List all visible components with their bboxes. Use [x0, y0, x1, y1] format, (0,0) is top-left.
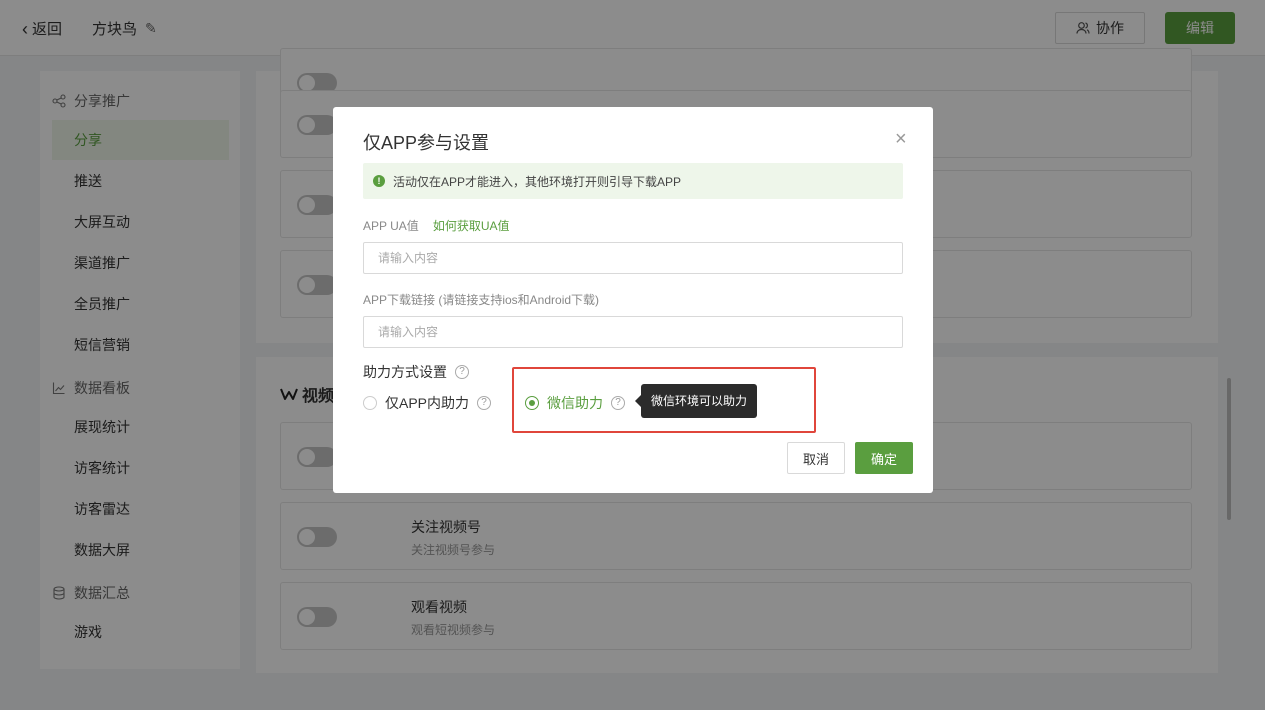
- help-icon[interactable]: ?: [477, 396, 492, 410]
- confirm-button[interactable]: 确定: [855, 442, 913, 474]
- modal-title: 仅APP参与设置: [363, 133, 490, 153]
- help-icon[interactable]: ?: [611, 396, 625, 410]
- ua-label: APP UA值 如何获取UA值: [363, 217, 509, 234]
- radio-circle-checked[interactable]: [525, 396, 539, 410]
- help-icon[interactable]: ?: [455, 365, 469, 379]
- notice-text: 活动仅在APP才能进入，其他环境打开则引导下载APP: [393, 174, 682, 189]
- cancel-button[interactable]: 取消: [787, 442, 845, 474]
- info-icon: !: [373, 175, 385, 187]
- download-link-input[interactable]: [363, 316, 903, 348]
- assist-label-text: 助力方式设置: [363, 364, 447, 380]
- assist-mode-label: 助力方式设置 ?: [363, 362, 469, 382]
- radio-label: 仅APP内助力: [385, 395, 470, 411]
- radio-app-only[interactable]: 仅APP内助力 ?: [363, 393, 492, 413]
- wechat-tooltip: 微信环境可以助力: [634, 384, 758, 418]
- radio-circle[interactable]: [363, 396, 377, 410]
- ua-help-link[interactable]: 如何获取UA值: [433, 219, 510, 233]
- app-only-settings-modal: 仅APP参与设置 × ! 活动仅在APP才能进入，其他环境打开则引导下载APP …: [333, 107, 933, 493]
- ua-label-text: APP UA值: [363, 219, 419, 233]
- download-label: APP下载链接 (请链接支持ios和Android下载): [363, 293, 600, 307]
- radio-label: 微信助力: [547, 395, 603, 411]
- close-icon[interactable]: ×: [895, 129, 907, 149]
- radio-wechat[interactable]: 微信助力 ?: [525, 393, 625, 413]
- ua-input[interactable]: [363, 242, 903, 274]
- notice-banner: ! 活动仅在APP才能进入，其他环境打开则引导下载APP: [363, 163, 903, 199]
